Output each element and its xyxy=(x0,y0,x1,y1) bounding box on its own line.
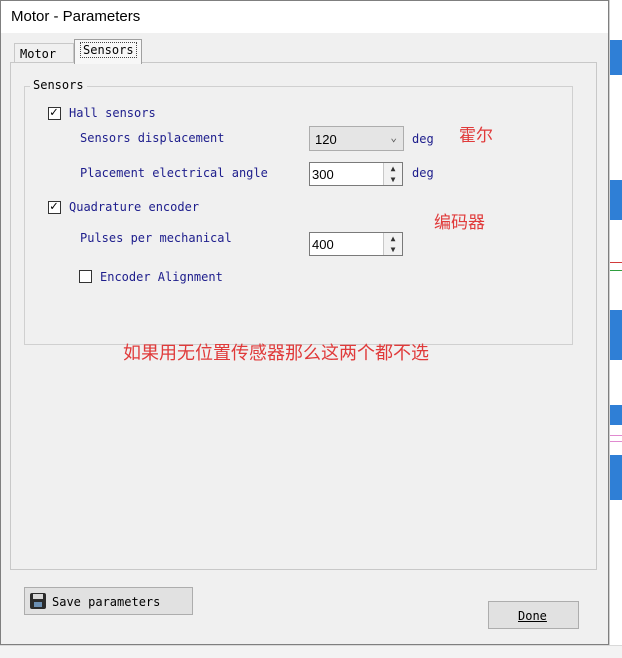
bg-stripe xyxy=(610,405,622,425)
sensors-group-label: Sensors xyxy=(30,78,87,92)
spin-buttons: ▲ ▼ xyxy=(383,163,402,185)
annotation-hall: 霍尔 xyxy=(459,126,493,146)
bg-line xyxy=(610,262,622,263)
checkmark-icon: ✓ xyxy=(50,199,58,214)
sensors-displacement-unit: deg xyxy=(412,132,434,146)
bg-line xyxy=(610,270,622,271)
pulses-per-mechanical-input[interactable]: 400 ▲ ▼ xyxy=(309,232,403,256)
annotation-encoder: 编码器 xyxy=(434,213,485,233)
spin-buttons: ▲ ▼ xyxy=(383,233,402,255)
save-parameters-label: Save parameters xyxy=(52,595,161,609)
bg-line xyxy=(610,435,622,436)
tab-sensors-label: Sensors xyxy=(80,42,137,58)
hall-sensors-label: Hall sensors xyxy=(69,106,156,120)
bg-stripe xyxy=(610,40,622,75)
tab-sensors[interactable]: Sensors xyxy=(74,39,142,64)
save-parameters-button[interactable]: Save parameters xyxy=(24,587,193,615)
placement-electrical-angle-input[interactable]: 300 ▲ ▼ xyxy=(309,162,403,186)
spin-down-arrow-icon[interactable]: ▼ xyxy=(384,244,402,255)
done-button[interactable]: Done xyxy=(488,601,579,629)
encoder-alignment-label: Encoder Alignment xyxy=(100,270,223,284)
placement-electrical-angle-unit: deg xyxy=(412,166,434,180)
title-bar[interactable]: Motor - Parameters xyxy=(1,1,608,33)
sensors-displacement-label: Sensors displacement xyxy=(80,131,225,145)
encoder-alignment-checkbox[interactable] xyxy=(79,270,92,283)
tab-motor[interactable]: Motor xyxy=(14,43,74,63)
quadrature-encoder-checkbox[interactable]: ✓ xyxy=(48,199,61,214)
annotation-note: 如果用无位置传感器那么这两个都不选 xyxy=(123,343,429,364)
floppy-disk-icon xyxy=(30,593,46,609)
sensors-displacement-select[interactable]: 120 ⌄ xyxy=(309,126,404,151)
bg-stripe xyxy=(610,310,622,360)
placement-electrical-angle-value: 300 xyxy=(312,167,334,182)
background-app-right xyxy=(609,0,622,657)
bg-line xyxy=(610,441,622,442)
background-app-bottom xyxy=(0,645,622,658)
chevron-down-icon: ⌄ xyxy=(390,131,397,144)
pulses-per-mechanical-label: Pulses per mechanical xyxy=(80,231,232,245)
done-label: Done xyxy=(518,609,547,623)
sensors-displacement-value: 120 xyxy=(315,132,337,147)
spin-down-arrow-icon[interactable]: ▼ xyxy=(384,174,402,185)
quadrature-encoder-label: Quadrature encoder xyxy=(69,200,200,214)
window-title: Motor - Parameters xyxy=(11,8,141,25)
motor-parameters-dialog: Motor - Parameters Motor Sensors Sensors… xyxy=(0,0,609,645)
bg-stripe xyxy=(610,455,622,500)
placement-electrical-angle-label: Placement electrical angle xyxy=(80,166,268,180)
bg-stripe xyxy=(610,180,622,220)
checkmark-icon: ✓ xyxy=(50,105,58,120)
tab-motor-label: Motor xyxy=(20,47,57,61)
hall-sensors-checkbox[interactable]: ✓ xyxy=(48,105,61,120)
pulses-per-mechanical-value: 400 xyxy=(312,237,334,252)
